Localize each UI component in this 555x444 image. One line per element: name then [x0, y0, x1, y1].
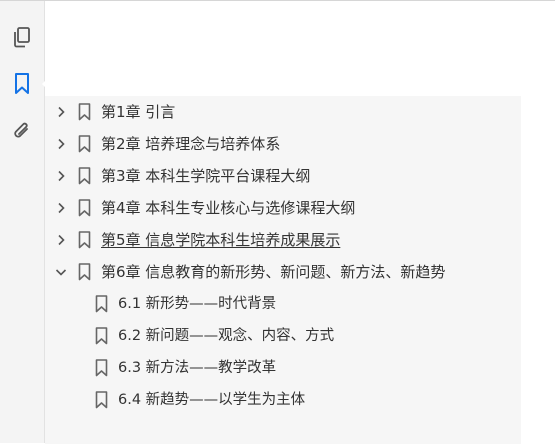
bookmark-subitem[interactable]: 6.3 新方法——教学改革	[45, 352, 521, 384]
bookmark-label: 第2章 培养理念与培养体系	[101, 135, 281, 153]
bookmark-label: 6.2 新问题——观念、内容、方式	[118, 328, 335, 344]
bookmark-item[interactable]: 第2章 培养理念与培养体系	[45, 128, 521, 160]
document-edge	[527, 1, 555, 443]
bookmark-item[interactable]: 第3章 本科生学院平台课程大纲	[45, 160, 521, 192]
bookmark-tree: 第1章 引言第2章 培养理念与培养体系第3章 本科生学院平台课程大纲第4章 本科…	[45, 96, 521, 444]
bookmark-icon	[78, 167, 91, 185]
bookmark-label: 6.3 新方法——教学改革	[118, 360, 277, 376]
bookmark-icon	[78, 103, 91, 121]
pages-icon	[14, 27, 30, 48]
bookmark-icon	[78, 263, 91, 281]
attachment-icon	[14, 122, 28, 138]
attachments-button[interactable]	[6, 114, 38, 146]
bookmark-label: 6.4 新趋势——以学生为主体	[118, 392, 306, 408]
bookmark-label: 第5章 信息学院本科生培养成果展示	[101, 231, 341, 249]
bookmarks-panel: 第1章 引言第2章 培养理念与培养体系第3章 本科生学院平台课程大纲第4章 本科…	[45, 1, 527, 444]
bookmark-subitem[interactable]: 6.1 新形势——时代背景	[45, 288, 521, 320]
bookmark-icon	[15, 73, 29, 94]
bookmark-icon	[95, 295, 108, 313]
bookmark-item[interactable]: 第6章 信息教育的新形势、新问题、新方法、新趋势	[45, 256, 521, 288]
bookmark-label: 第6章 信息教育的新形势、新问题、新方法、新趋势	[101, 263, 446, 281]
chevron-right-icon[interactable]	[55, 202, 67, 214]
chevron-right-icon[interactable]	[55, 138, 67, 150]
chevron-down-icon[interactable]	[55, 266, 67, 278]
bookmark-icon	[78, 135, 91, 153]
bookmark-icon	[78, 199, 91, 217]
bookmark-item[interactable]: 第1章 引言	[45, 96, 521, 128]
bookmark-icon	[95, 391, 108, 409]
chevron-right-icon[interactable]	[55, 106, 67, 118]
bookmark-subitem[interactable]: 6.4 新趋势——以学生为主体	[45, 384, 521, 416]
page-thumbnails-button[interactable]	[6, 21, 38, 53]
chevron-right-icon[interactable]	[55, 234, 67, 246]
bookmark-icon	[78, 231, 91, 249]
bookmark-subitem[interactable]: 6.2 新问题——观念、内容、方式	[45, 320, 521, 352]
bookmarks-button[interactable]	[6, 68, 50, 100]
bookmark-label: 6.1 新形势——时代背景	[118, 296, 277, 312]
bookmark-item[interactable]: 第4章 本科生专业核心与选修课程大纲	[45, 192, 521, 224]
bookmark-label: 第1章 引言	[101, 103, 176, 121]
bookmark-icon	[95, 327, 108, 345]
bookmark-label: 第4章 本科生专业核心与选修课程大纲	[101, 199, 356, 217]
tool-rail	[0, 1, 50, 443]
bookmark-icon	[95, 359, 108, 377]
bookmark-label: 第3章 本科生学院平台课程大纲	[101, 167, 311, 185]
bookmark-item[interactable]: 第5章 信息学院本科生培养成果展示	[45, 224, 521, 256]
chevron-right-icon[interactable]	[55, 170, 67, 182]
